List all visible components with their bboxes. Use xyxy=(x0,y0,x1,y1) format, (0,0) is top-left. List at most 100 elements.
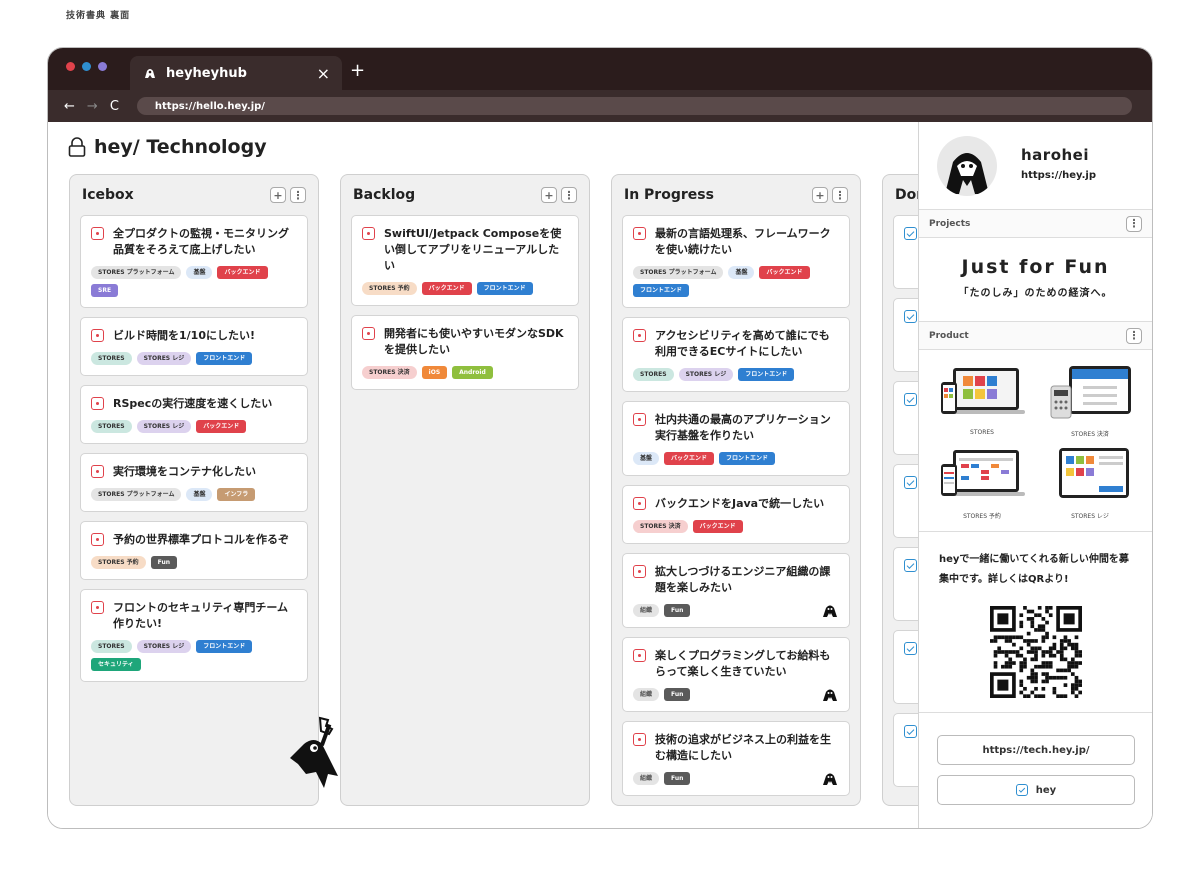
laptop-calendar-image-icon xyxy=(941,450,1025,496)
label-tag[interactable]: 基盤 xyxy=(186,488,213,501)
issue-card[interactable]: フロントのセキュリティ専門チーム作りたい! STORES STORES レジ フロント… xyxy=(80,589,308,682)
product-stores-register[interactable]: STORES レジ xyxy=(1045,446,1135,520)
label-tag[interactable]: Fun xyxy=(664,688,691,701)
qr-code-icon[interactable] xyxy=(989,606,1082,698)
label-tag[interactable]: Fun xyxy=(664,604,691,617)
label-tag[interactable]: STORES レジ xyxy=(136,640,192,653)
label-tag[interactable]: 組織 xyxy=(633,772,660,785)
issue-title: ビルド時間を1/10にしたい! xyxy=(91,328,297,344)
issue-card[interactable]: RSpecの実行速度を速くしたい STORES STORES レジ バックエンド xyxy=(80,385,308,444)
product-stores-payment[interactable]: STORES 決済 xyxy=(1045,364,1135,438)
label-tag[interactable]: SRE xyxy=(91,284,119,297)
label-tag[interactable]: バックエンド xyxy=(692,520,743,533)
label-tag[interactable]: STORES 予約 xyxy=(362,282,417,295)
issue-card[interactable]: 社内共通の最高のアプリケーション実行基盤を作りたい 基盤 バックエンド フロントエンド xyxy=(622,401,850,476)
project-card[interactable]: Just for Fun 「たのしみ」のための経済へ。 xyxy=(919,238,1152,322)
label-tag[interactable]: STORES プラットフォーム xyxy=(91,488,182,501)
label-tag[interactable]: STORES 決済 xyxy=(633,520,688,533)
label-tag[interactable]: フロントエンド xyxy=(476,282,533,295)
product-more-icon[interactable]: ⋮ xyxy=(1126,327,1142,344)
issue-title-text: 拡大しつづけるエンジニア組織の課題を楽しみたい xyxy=(655,565,831,594)
label-tag[interactable]: 基盤 xyxy=(728,266,755,279)
label-tag[interactable]: 基盤 xyxy=(186,266,213,279)
forward-arrow-icon[interactable]: → xyxy=(87,99,98,114)
label-list: STORES プラットフォーム 基盤 インフラ xyxy=(91,488,297,501)
issue-card[interactable]: アクセシビリティを高めて誰にでも利用できるECサイトにしたい STORES STOR… xyxy=(622,317,850,392)
label-tag[interactable]: フロントエンド xyxy=(196,352,253,365)
label-tag[interactable]: Android xyxy=(452,366,493,379)
add-card-icon[interactable]: + xyxy=(812,187,828,203)
label-tag[interactable]: STORES xyxy=(91,640,132,653)
label-tag[interactable]: STORES レジ xyxy=(678,368,734,381)
back-arrow-icon[interactable]: ← xyxy=(64,99,75,114)
issue-title: SwiftUI/Jetpack Composeを使い倒してアプリをリニューアルし… xyxy=(362,226,568,274)
add-card-icon[interactable]: + xyxy=(541,187,557,203)
label-tag[interactable]: フロントエンド xyxy=(719,452,776,465)
issue-card[interactable]: 予約の世界標準プロトコルを作るぞ STORES 予約 Fun xyxy=(80,521,308,580)
label-tag[interactable]: STORES レジ xyxy=(136,352,192,365)
label-tag[interactable]: STORES 決済 xyxy=(362,366,417,379)
reload-icon[interactable]: C xyxy=(110,99,119,114)
url-field[interactable]: https://hello.hey.jp/ xyxy=(136,97,1132,115)
issue-card[interactable]: 拡大しつづけるエンジニア組織の課題を楽しみたい組織 Fun xyxy=(622,553,850,628)
close-window-dot[interactable] xyxy=(66,62,75,71)
label-tag[interactable]: フロントエンド xyxy=(738,368,795,381)
issue-card[interactable]: バックエンドをJavaで統一したい STORES 決済 バックエンド xyxy=(622,485,850,544)
hey-link-button[interactable]: hey xyxy=(937,775,1135,805)
issue-card[interactable]: 開発者にも使いやすいモダンなSDKを提供したい STORES 決済 iOS Andro… xyxy=(351,315,579,390)
issue-card[interactable]: 実行環境をコンテナ化したい STORES プラットフォーム 基盤 インフラ xyxy=(80,453,308,512)
column-backlog: Backlog + ⋮ SwiftUI/Jetpack Composeを使い倒してアプ… xyxy=(340,174,590,806)
issue-card[interactable]: Rubyの人気をもっと高めたい xyxy=(622,805,850,806)
label-tag[interactable]: バックエンド xyxy=(217,266,268,279)
issue-card[interactable]: 最新の言語処理系、フレームワークを使い続けたい STORES プラットフォーム 基盤… xyxy=(622,215,850,308)
label-tag[interactable]: 組織 xyxy=(633,604,660,617)
label-tag[interactable]: STORES xyxy=(91,352,132,365)
label-tag[interactable]: セキュリティ xyxy=(91,658,141,671)
label-tag[interactable]: 基盤 xyxy=(633,452,660,465)
browser-tab[interactable]: heyheyhub × xyxy=(130,56,342,90)
issue-card[interactable]: 全プロダクトの監視・モニタリング品質をそろえて底上げしたい STORES プラット… xyxy=(80,215,308,308)
label-tag[interactable]: フロントエンド xyxy=(633,284,690,297)
closed-issue-icon xyxy=(904,310,917,323)
add-card-icon[interactable]: + xyxy=(270,187,286,203)
label-tag[interactable]: STORES プラットフォーム xyxy=(633,266,724,279)
product-stores[interactable]: STORES xyxy=(937,364,1027,436)
issue-title-text: アクセシビリティを高めて誰にでも利用できるECサイトにしたい xyxy=(655,329,830,358)
product-stores-reserve[interactable]: STORES 予約 xyxy=(937,446,1027,520)
avatar[interactable] xyxy=(937,136,997,196)
minimize-window-dot[interactable] xyxy=(82,62,91,71)
label-tag[interactable]: STORES 予約 xyxy=(91,556,146,569)
label-tag[interactable]: バックエンド xyxy=(421,282,472,295)
label-list: STORES STORES レジ バックエンド xyxy=(91,420,297,433)
tech-blog-link-button[interactable]: https://tech.hey.jp/ xyxy=(937,735,1135,765)
column-title: Icebox xyxy=(82,187,134,203)
issue-card[interactable]: 楽しくプログラミングしてお給料もらって楽しく生きていたい組織 Fun xyxy=(622,637,850,712)
label-tag[interactable]: STORES xyxy=(633,368,674,381)
maximize-window-dot[interactable] xyxy=(98,62,107,71)
label-tag[interactable]: STORES プラットフォーム xyxy=(91,266,182,279)
label-tag[interactable]: 組織 xyxy=(633,688,660,701)
user-url-link[interactable]: https://hey.jp xyxy=(1021,170,1096,181)
new-tab-button[interactable]: + xyxy=(350,60,365,81)
issue-title: 楽しくプログラミングしてお給料もらって楽しく生きていたい xyxy=(633,648,839,680)
label-tag[interactable]: iOS xyxy=(421,366,448,379)
issue-card[interactable]: SwiftUI/Jetpack Composeを使い倒してアプリをリニューアルし… xyxy=(351,215,579,306)
column-more-icon[interactable]: ⋮ xyxy=(561,187,577,203)
label-tag[interactable]: フロントエンド xyxy=(196,640,253,653)
label-tag[interactable]: STORES レジ xyxy=(136,420,192,433)
column-more-icon[interactable]: ⋮ xyxy=(290,187,306,203)
penguin-assignee-icon xyxy=(823,773,837,785)
label-tag[interactable]: バックエンド xyxy=(759,266,810,279)
label-tag[interactable]: バックエンド xyxy=(664,452,715,465)
issue-card[interactable]: 技術の追求がビジネス上の利益を生む構造にしたい 組織 Fun xyxy=(622,721,850,796)
label-tag[interactable]: バックエンド xyxy=(196,420,247,433)
projects-more-icon[interactable]: ⋮ xyxy=(1126,215,1142,232)
label-tag[interactable]: Fun xyxy=(664,772,691,785)
tab-close-icon[interactable]: × xyxy=(317,64,330,83)
column-more-icon[interactable]: ⋮ xyxy=(832,187,848,203)
issue-card[interactable]: ビルド時間を1/10にしたい! STORES STORES レジ フロントエンド xyxy=(80,317,308,376)
label-tag[interactable]: STORES xyxy=(91,420,132,433)
label-tag[interactable]: インフラ xyxy=(217,488,256,501)
penguin-assignee-icon xyxy=(823,689,837,701)
label-tag[interactable]: Fun xyxy=(150,556,177,569)
